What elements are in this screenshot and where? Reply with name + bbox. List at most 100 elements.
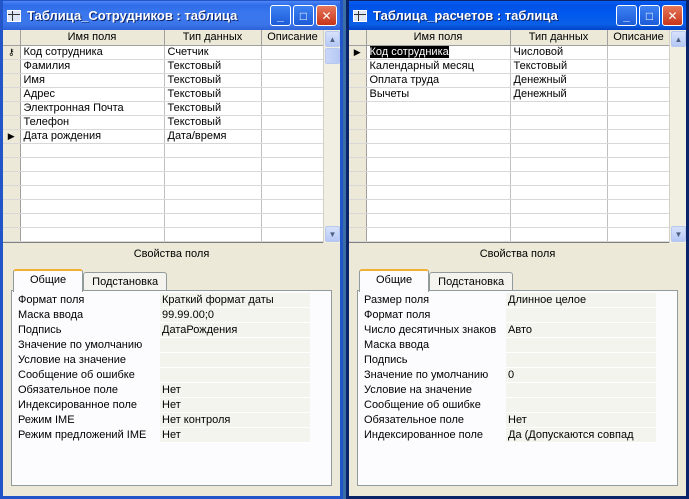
- field-name-cell[interactable]: [366, 129, 511, 144]
- property-row[interactable]: Маска ввода 99.99.00;0: [18, 308, 310, 323]
- row-selector[interactable]: [349, 213, 367, 228]
- vertical-scrollbar[interactable]: ▲ ▼: [669, 30, 686, 243]
- property-row[interactable]: Подпись: [364, 353, 656, 368]
- row-selector[interactable]: [3, 185, 21, 200]
- row-selector[interactable]: [349, 87, 367, 102]
- description-cell[interactable]: [607, 129, 671, 144]
- row-selector[interactable]: [349, 73, 367, 88]
- column-header-description[interactable]: Описание: [607, 30, 671, 46]
- field-grid[interactable]: Имя поля Тип данных Описание ⚷ Код сотруд…: [3, 30, 340, 243]
- maximize-icon[interactable]: □: [639, 5, 660, 26]
- table-row[interactable]: ▶ Дата рождения Дата/время: [3, 129, 325, 144]
- payroll-table-window[interactable]: Таблица_расчетов : таблица _ □ ✕ Имя пол…: [346, 0, 689, 499]
- property-value-field[interactable]: Длинное целое: [506, 293, 656, 308]
- data-type-cell[interactable]: Денежный: [510, 87, 608, 102]
- data-type-cell[interactable]: [510, 129, 608, 144]
- column-header-field-name[interactable]: Имя поля: [366, 30, 511, 46]
- field-name-cell[interactable]: Код сотрудника: [20, 45, 165, 60]
- property-row[interactable]: Индексированное поле Нет: [18, 398, 310, 413]
- description-cell[interactable]: [261, 143, 325, 158]
- table-row[interactable]: ▶ Код сотрудника Числовой: [349, 45, 671, 60]
- tab-general[interactable]: Общие: [13, 269, 84, 292]
- property-value-field[interactable]: [506, 353, 656, 368]
- data-type-cell[interactable]: [510, 101, 608, 116]
- property-value-field[interactable]: Нет контроля: [160, 413, 310, 428]
- property-value-field[interactable]: ДатаРождения: [160, 323, 310, 338]
- table-row[interactable]: Календарный месяц Текстовый: [349, 59, 671, 74]
- table-row[interactable]: Адрес Текстовый: [3, 87, 325, 102]
- field-name-cell[interactable]: [366, 171, 511, 186]
- field-name-cell[interactable]: [20, 213, 165, 228]
- description-cell[interactable]: [607, 115, 671, 130]
- table-row[interactable]: [349, 171, 671, 186]
- data-type-cell[interactable]: [164, 143, 262, 158]
- description-cell[interactable]: [261, 129, 325, 144]
- scroll-up-icon[interactable]: ▲: [325, 31, 340, 47]
- row-selector[interactable]: [3, 171, 21, 186]
- scroll-thumb[interactable]: [325, 48, 340, 64]
- property-value-field[interactable]: [160, 338, 310, 353]
- field-name-cell[interactable]: Телефон: [20, 115, 165, 130]
- data-type-cell[interactable]: Денежный: [510, 73, 608, 88]
- table-row[interactable]: [3, 143, 325, 158]
- table-row[interactable]: [349, 199, 671, 214]
- property-row[interactable]: Режим предложений IME Нет: [18, 428, 310, 443]
- description-cell[interactable]: [607, 157, 671, 172]
- description-cell[interactable]: [261, 157, 325, 172]
- field-name-cell[interactable]: [366, 199, 511, 214]
- tab-general[interactable]: Общие: [359, 269, 430, 292]
- property-row[interactable]: Сообщение об ошибке: [18, 368, 310, 383]
- table-row[interactable]: Электронная Почта Текстовый: [3, 101, 325, 116]
- data-type-cell[interactable]: [510, 199, 608, 214]
- table-row[interactable]: Имя Текстовый: [3, 73, 325, 88]
- row-selector[interactable]: [3, 157, 21, 172]
- property-value-field[interactable]: Нет: [160, 428, 310, 443]
- description-cell[interactable]: [607, 73, 671, 88]
- table-row[interactable]: [349, 115, 671, 130]
- field-name-cell[interactable]: [20, 157, 165, 172]
- grid-corner[interactable]: [3, 30, 21, 46]
- table-row[interactable]: [349, 227, 671, 242]
- property-row[interactable]: Размер поля Длинное целое: [364, 293, 656, 308]
- row-selector[interactable]: [3, 59, 21, 74]
- row-selector[interactable]: [3, 101, 21, 116]
- payroll-title-bar[interactable]: Таблица_расчетов : таблица _ □ ✕: [349, 1, 686, 30]
- property-value-field[interactable]: [506, 398, 656, 413]
- table-row[interactable]: [3, 213, 325, 228]
- property-row[interactable]: Сообщение об ошибке: [364, 398, 656, 413]
- column-header-description[interactable]: Описание: [261, 30, 325, 46]
- description-cell[interactable]: [607, 171, 671, 186]
- property-value-field[interactable]: Нет: [506, 413, 656, 428]
- description-cell[interactable]: [261, 213, 325, 228]
- field-name-cell[interactable]: Код сотрудника: [366, 45, 511, 60]
- data-type-cell[interactable]: [164, 227, 262, 242]
- field-name-cell[interactable]: [366, 185, 511, 200]
- description-cell[interactable]: [261, 227, 325, 242]
- description-cell[interactable]: [607, 199, 671, 214]
- table-row[interactable]: [3, 185, 325, 200]
- field-name-cell[interactable]: Дата рождения: [20, 129, 165, 144]
- description-cell[interactable]: [607, 87, 671, 102]
- column-header-data-type[interactable]: Тип данных: [510, 30, 608, 46]
- property-value-field[interactable]: [506, 338, 656, 353]
- property-row[interactable]: Режим IME Нет контроля: [18, 413, 310, 428]
- close-icon[interactable]: ✕: [662, 5, 683, 26]
- field-name-cell[interactable]: [366, 101, 511, 116]
- description-cell[interactable]: [261, 171, 325, 186]
- field-name-cell[interactable]: [366, 227, 511, 242]
- field-name-cell[interactable]: [20, 143, 165, 158]
- field-grid[interactable]: Имя поля Тип данных Описание ▶ Код сотруд…: [349, 30, 686, 243]
- row-selector[interactable]: [349, 227, 367, 242]
- data-type-cell[interactable]: Текстовый: [510, 59, 608, 74]
- description-cell[interactable]: [261, 115, 325, 130]
- property-value-field[interactable]: Да (Допускаются совпад: [506, 428, 656, 443]
- table-row[interactable]: Вычеты Денежный: [349, 87, 671, 102]
- row-selector[interactable]: [3, 115, 21, 130]
- table-row[interactable]: [349, 213, 671, 228]
- row-selector[interactable]: [349, 143, 367, 158]
- data-type-cell[interactable]: [510, 143, 608, 158]
- property-value-field[interactable]: [506, 308, 656, 323]
- data-type-cell[interactable]: [164, 213, 262, 228]
- property-row[interactable]: Обязательное поле Нет: [18, 383, 310, 398]
- field-name-cell[interactable]: [366, 213, 511, 228]
